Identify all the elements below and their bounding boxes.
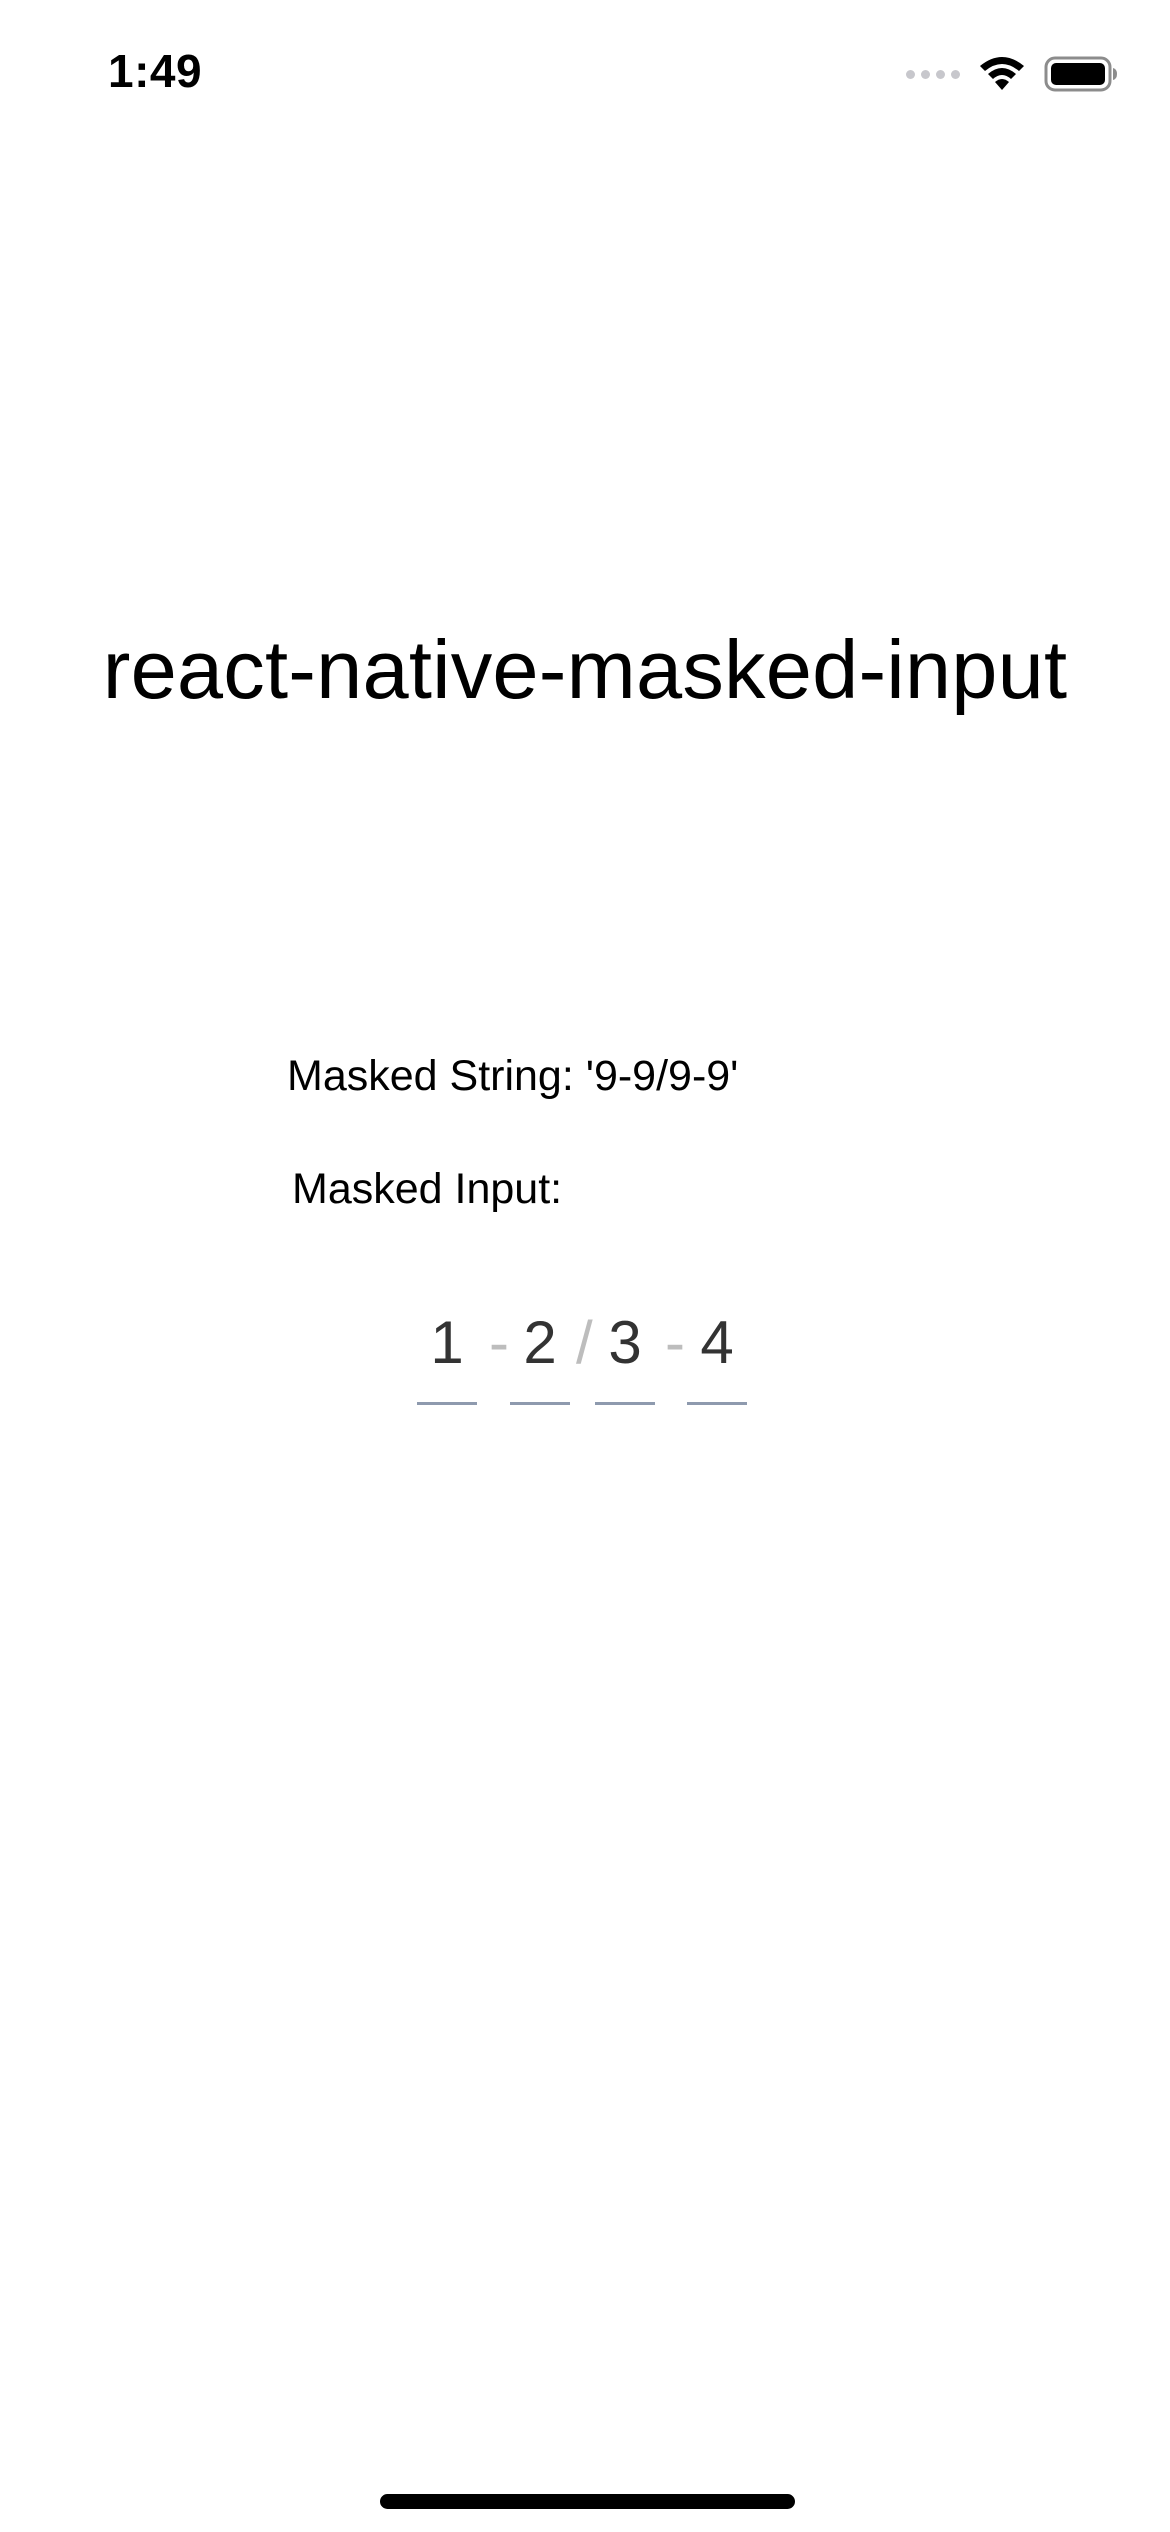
status-time: 1:49 xyxy=(108,45,203,97)
page-title: react-native-masked-input xyxy=(102,623,1068,716)
masked-input-label: Masked Input: xyxy=(292,1165,563,1213)
digit-underline xyxy=(417,1402,477,1405)
status-bar: 1:49 xyxy=(0,0,1170,150)
digit-underline xyxy=(687,1402,747,1405)
mask-separator-dash: - xyxy=(489,1309,509,1376)
masked-input: 1 - 2 / 3 - 4 xyxy=(0,0,1170,2532)
battery-icon xyxy=(1044,56,1117,92)
cellular-signal-icon xyxy=(906,69,960,79)
masked-input-digit-3[interactable]: 3 xyxy=(595,1308,655,1377)
home-indicator[interactable] xyxy=(380,2494,795,2509)
mask-separator-slash: / xyxy=(576,1309,593,1376)
wifi-icon xyxy=(980,57,1024,90)
digit-underline xyxy=(510,1402,570,1405)
status-icons xyxy=(906,54,1118,94)
masked-input-digit-2[interactable]: 2 xyxy=(510,1308,570,1377)
mask-separator-dash: - xyxy=(665,1309,685,1376)
masked-string-label: Masked String: '9-9/9-9' xyxy=(287,1052,739,1100)
digit-underline xyxy=(595,1402,655,1405)
masked-input-digit-1[interactable]: 1 xyxy=(417,1308,477,1377)
masked-input-digit-4[interactable]: 4 xyxy=(687,1308,747,1377)
